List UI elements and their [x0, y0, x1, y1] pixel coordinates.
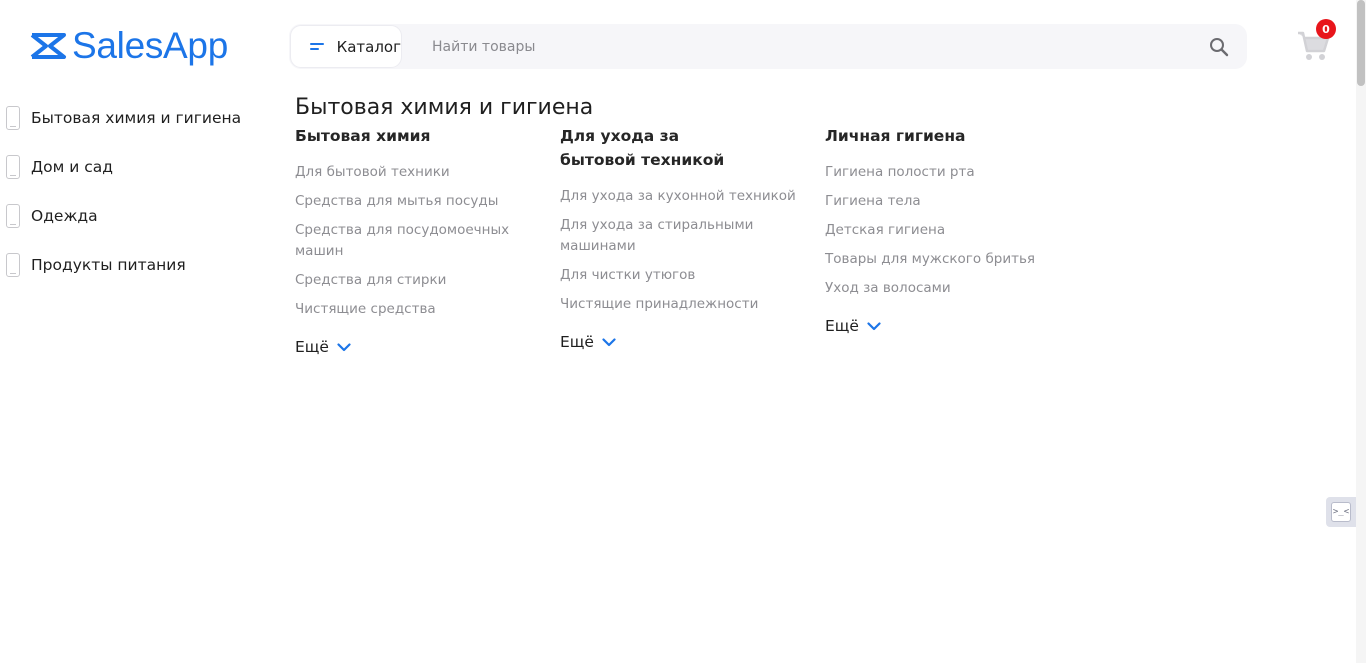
- catalog-button[interactable]: Каталог: [290, 25, 402, 68]
- subcategory-links: Для ухода за кухонной техникой Для ухода…: [560, 186, 800, 315]
- menu-icon: [310, 42, 325, 52]
- subcategory-column: Для ухода за бытовой техникой Для ухода …: [560, 124, 800, 351]
- subcategory-link[interactable]: Товары для мужского бритья: [825, 249, 1065, 270]
- subcategory-link[interactable]: Гигиена полости рта: [825, 162, 1065, 183]
- more-label: Ещё: [825, 317, 859, 335]
- phone-icon: [6, 105, 20, 130]
- subcategory-link[interactable]: Детская гигиена: [825, 220, 1065, 241]
- chevron-down-icon: [867, 321, 881, 330]
- phone-icon: [6, 154, 20, 179]
- brand-name: SalesApp: [72, 25, 228, 66]
- subcategory-link[interactable]: Средства для стирки: [295, 270, 535, 291]
- sidebar-item-label: Дом и сад: [31, 157, 113, 176]
- subcategory-link[interactable]: Для чистки утюгов: [560, 265, 800, 286]
- search-bar: Каталог: [289, 24, 1247, 69]
- sidebar-item-home-garden[interactable]: Дом и сад: [0, 142, 260, 191]
- chevron-down-icon: [602, 337, 616, 346]
- subcategory-link[interactable]: Средства для посудомоечных машин: [295, 220, 510, 262]
- subcategory-link[interactable]: Гигиена тела: [825, 191, 1065, 212]
- chat-widget-button[interactable]: >_<: [1326, 497, 1356, 527]
- search-input[interactable]: [432, 24, 1192, 69]
- subcategory-link[interactable]: Для ухода за стиральными машинами: [560, 215, 760, 257]
- search-icon[interactable]: [1209, 37, 1229, 57]
- salesapp-logo[interactable]: SalesApp: [30, 24, 228, 68]
- phone-icon: [6, 203, 20, 228]
- subcategory-link[interactable]: Для ухода за кухонной техникой: [560, 186, 800, 207]
- catalog-button-label: Каталог: [336, 37, 401, 56]
- subcategory-column: Личная гигиена Гигиена полости рта Гигие…: [825, 124, 1065, 335]
- page-title: Бытовая химия и гигиена: [295, 95, 594, 120]
- subcategory-links: Для бытовой техники Средства для мытья п…: [295, 162, 535, 320]
- cart-count-badge: 0: [1316, 19, 1336, 39]
- subcategory-column: Бытовая химия Для бытовой техники Средст…: [295, 124, 535, 356]
- more-label: Ещё: [560, 333, 594, 351]
- sidebar-item-household-chemicals[interactable]: Бытовая химия и гигиена: [0, 93, 260, 142]
- more-button[interactable]: Ещё: [295, 338, 535, 356]
- subcategory-link[interactable]: Чистящие средства: [295, 299, 535, 320]
- subcategory-heading[interactable]: Для ухода за бытовой техникой: [560, 124, 760, 172]
- scrollbar-thumb[interactable]: [1357, 0, 1365, 86]
- subcategory-heading[interactable]: Личная гигиена: [825, 124, 1065, 148]
- more-button[interactable]: Ещё: [825, 317, 1065, 335]
- sidebar-item-label: Продукты питания: [31, 255, 186, 274]
- sidebar-item-clothing[interactable]: Одежда: [0, 191, 260, 240]
- scrollbar[interactable]: [1356, 0, 1366, 663]
- sidebar-item-label: Одежда: [31, 206, 98, 225]
- category-sidebar: Бытовая химия и гигиена Дом и сад Одежда…: [0, 93, 260, 289]
- more-button[interactable]: Ещё: [560, 333, 800, 351]
- chevron-down-icon: [337, 342, 351, 351]
- sidebar-item-label: Бытовая химия и гигиена: [31, 108, 242, 127]
- subcategory-links: Гигиена полости рта Гигиена тела Детская…: [825, 162, 1065, 299]
- phone-icon: [6, 252, 20, 277]
- sidebar-item-food[interactable]: Продукты питания: [0, 240, 260, 289]
- terminal-icon: >_<: [1331, 502, 1351, 522]
- more-label: Ещё: [295, 338, 329, 356]
- subcategory-link[interactable]: Для бытовой техники: [295, 162, 535, 183]
- subcategory-link[interactable]: Средства для мытья посуды: [295, 191, 535, 212]
- subcategory-heading[interactable]: Бытовая химия: [295, 124, 535, 148]
- subcategory-link[interactable]: Уход за волосами: [825, 278, 1065, 299]
- subcategory-link[interactable]: Чистящие принадлежности: [560, 294, 800, 315]
- logo-icon: [30, 33, 66, 59]
